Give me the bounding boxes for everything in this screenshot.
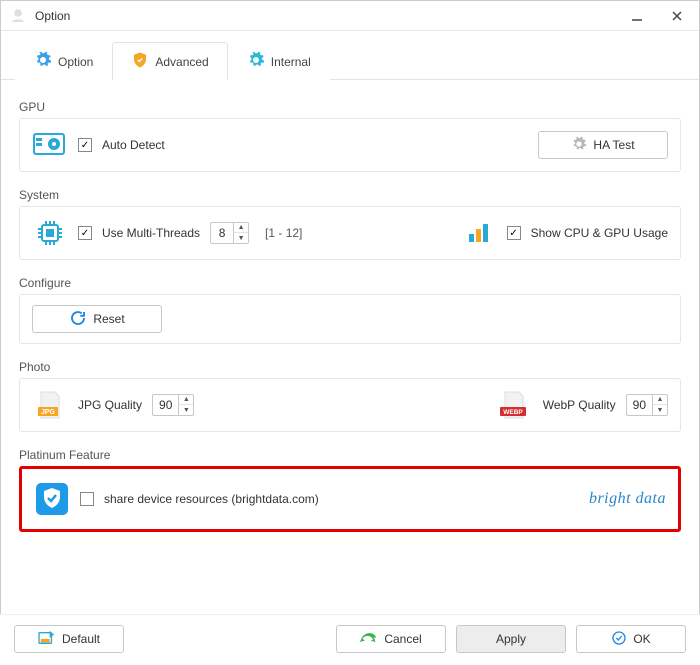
gear-icon <box>34 51 52 72</box>
tab-label: Option <box>58 55 93 69</box>
threads-stepper[interactable]: 8 ▲ ▼ <box>210 222 249 244</box>
webp-icon: WEBP <box>497 389 533 421</box>
gear-icon <box>571 136 587 155</box>
webp-step-up[interactable]: ▲ <box>653 395 667 405</box>
usage-icon <box>461 217 497 249</box>
webp-quality-value: 90 <box>627 398 652 412</box>
ok-button[interactable]: OK <box>576 625 686 653</box>
tab-internal[interactable]: Internal <box>228 42 330 80</box>
jpg-step-up[interactable]: ▲ <box>179 395 193 405</box>
cpu-icon <box>32 217 68 249</box>
panel-system: ✓ Use Multi-Threads 8 ▲ ▼ [1 - 12] ✓ Sho… <box>19 206 681 260</box>
jpg-step-down[interactable]: ▼ <box>179 405 193 415</box>
threads-step-down[interactable]: ▼ <box>234 233 248 243</box>
multi-threads-checkbox[interactable]: ✓ <box>78 226 92 240</box>
apply-button[interactable]: Apply <box>456 625 566 653</box>
svg-text:WEBP: WEBP <box>503 409 523 416</box>
webp-quality-label: WebP Quality <box>543 398 616 412</box>
section-label-configure: Configure <box>19 276 681 290</box>
auto-detect-label: Auto Detect <box>102 138 165 152</box>
cancel-label: Cancel <box>384 632 421 646</box>
ha-test-button[interactable]: HA Test <box>538 131 668 159</box>
reset-button[interactable]: Reset <box>32 305 162 333</box>
threads-value: 8 <box>211 226 233 240</box>
panel-photo: JPG JPG Quality 90 ▲ ▼ WEBP WebP Quality… <box>19 378 681 432</box>
jpg-quality-value: 90 <box>153 398 178 412</box>
show-usage-checkbox[interactable]: ✓ <box>507 226 521 240</box>
titlebar: Option <box>1 1 699 31</box>
threads-range: [1 - 12] <box>265 226 302 240</box>
panel-platinum: ✓ share device resources (brightdata.com… <box>19 466 681 532</box>
tab-label: Internal <box>271 55 311 69</box>
cancel-button[interactable]: Cancel <box>336 625 446 653</box>
section-label-system: System <box>19 188 681 202</box>
app-icon <box>9 7 27 25</box>
share-resources-checkbox[interactable]: ✓ <box>80 492 94 506</box>
show-usage-label: Show CPU & GPU Usage <box>531 226 668 240</box>
gpu-icon <box>32 129 68 161</box>
section-label-photo: Photo <box>19 360 681 374</box>
close-button[interactable] <box>663 6 691 26</box>
tab-label: Advanced <box>155 55 208 69</box>
default-button[interactable]: Default <box>14 625 124 653</box>
jpg-icon: JPG <box>32 389 68 421</box>
tab-advanced[interactable]: Advanced <box>112 42 227 80</box>
window-title: Option <box>35 9 70 23</box>
tab-option[interactable]: Option <box>15 42 112 80</box>
panel-gpu: ✓ Auto Detect HA Test <box>19 118 681 172</box>
gear-icon <box>247 51 265 72</box>
shield-badge-icon <box>34 483 70 515</box>
check-circle-icon <box>611 630 627 649</box>
reset-label: Reset <box>93 312 124 326</box>
svg-text:JPG: JPG <box>41 409 56 416</box>
tab-bar: Option Advanced Internal <box>1 31 699 80</box>
ok-label: OK <box>633 632 650 646</box>
apply-label: Apply <box>496 632 526 646</box>
threads-step-up[interactable]: ▲ <box>234 223 248 233</box>
back-arrow-icon <box>360 631 378 648</box>
auto-detect-checkbox[interactable]: ✓ <box>78 138 92 152</box>
default-label: Default <box>62 632 100 646</box>
section-label-gpu: GPU <box>19 100 681 114</box>
jpg-quality-label: JPG Quality <box>78 398 142 412</box>
jpg-quality-stepper[interactable]: 90 ▲ ▼ <box>152 394 194 416</box>
share-resources-label: share device resources (brightdata.com) <box>104 492 319 506</box>
minimize-button[interactable] <box>623 6 651 26</box>
brightdata-logo: bright data <box>589 490 666 508</box>
shield-icon <box>131 51 149 72</box>
webp-quality-stepper[interactable]: 90 ▲ ▼ <box>626 394 668 416</box>
default-icon <box>38 630 56 649</box>
webp-step-down[interactable]: ▼ <box>653 405 667 415</box>
panel-configure: Reset <box>19 294 681 344</box>
content-area: GPU ✓ Auto Detect HA Test System ✓ Use M… <box>1 80 699 556</box>
refresh-icon <box>69 309 87 330</box>
section-label-platinum: Platinum Feature <box>19 448 681 462</box>
footer: Default Cancel Apply OK <box>0 614 700 665</box>
ha-test-label: HA Test <box>593 138 634 152</box>
multi-threads-label: Use Multi-Threads <box>102 226 200 240</box>
